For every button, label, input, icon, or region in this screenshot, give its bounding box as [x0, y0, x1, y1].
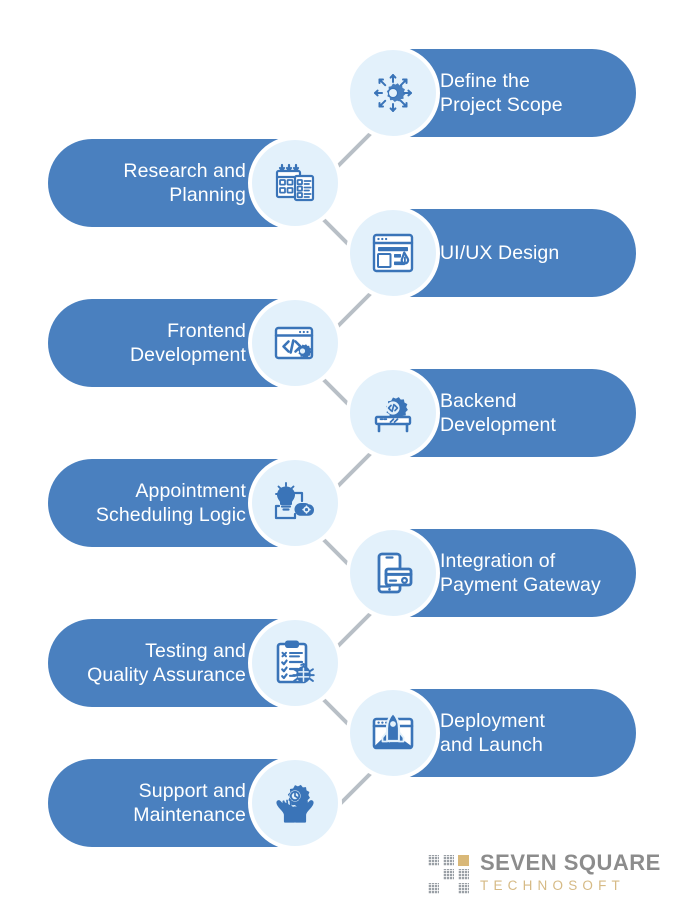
rocket-browser-launch-icon [346, 686, 440, 780]
step-label: Research and Planning [123, 159, 246, 206]
browser-code-gear-icon [248, 296, 342, 390]
step-9-deployment-and-launch[interactable]: Deployment and Launch [346, 686, 636, 780]
scope-network-gear-icon [346, 46, 440, 140]
nine-square-grid-icon [428, 855, 470, 895]
hands-gear-support-icon [248, 756, 342, 850]
step-label: UI/UX Design [440, 241, 560, 264]
step-label: Deployment and Launch [440, 709, 546, 756]
step-label: Appointment Scheduling Logic [95, 479, 246, 526]
mobile-credit-card-icon [346, 526, 440, 620]
step-3-ui-ux-design[interactable]: UI/UX Design [346, 206, 636, 300]
logo-company-subtitle: TECHNOSOFT [480, 878, 625, 893]
step-8-testing-and-quality-assurance[interactable]: Testing and Quality Assurance [48, 616, 342, 710]
step-6-appointment-scheduling-logic[interactable]: Appointment Scheduling Logic [48, 456, 342, 550]
step-label: Backend Development [440, 389, 556, 436]
step-label: Testing and Quality Assurance [87, 639, 246, 686]
lightbulb-workflow-icon [248, 456, 342, 550]
step-label: Integration of Payment Gateway [440, 549, 601, 596]
step-10-support-and-maintenance[interactable]: Support and Maintenance [48, 756, 342, 850]
infographic-canvas: Define the Project Scope Research and Pl… [0, 0, 683, 920]
step-7-integration-of-payment-gateway[interactable]: Integration of Payment Gateway [346, 526, 636, 620]
browser-wireframe-pen-icon [346, 206, 440, 300]
checklist-bug-icon [248, 616, 342, 710]
step-2-research-and-planning[interactable]: Research and Planning [48, 136, 342, 230]
calendar-checklist-icon [248, 136, 342, 230]
step-label: Define the Project Scope [440, 69, 563, 116]
logo-company-name: SEVEN SQUARE [480, 850, 661, 875]
step-label: Support and Maintenance [133, 779, 246, 826]
step-5-backend-development[interactable]: Backend Development [346, 366, 636, 460]
step-1-define-the-project-scope[interactable]: Define the Project Scope [346, 46, 636, 140]
step-label: Frontend Development [130, 319, 246, 366]
server-code-gear-icon [346, 366, 440, 460]
logo-text: SEVEN SQUARE TECHNOSOFT [480, 852, 661, 893]
step-4-frontend-development[interactable]: Frontend Development [48, 296, 342, 390]
company-logo: SEVEN SQUARE TECHNOSOFT [428, 852, 661, 895]
